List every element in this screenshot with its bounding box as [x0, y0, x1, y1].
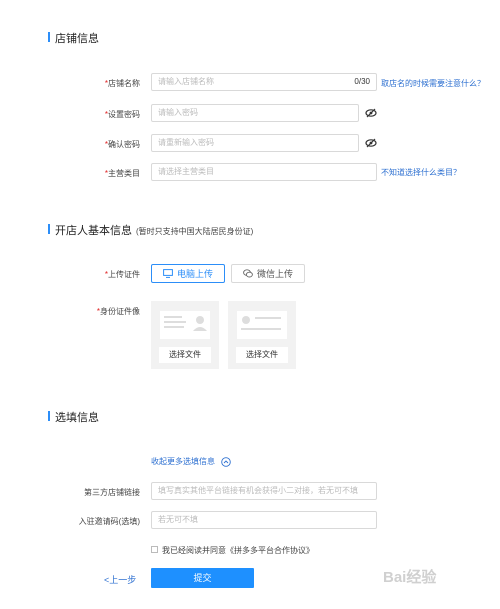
- shop-name-help-link[interactable]: 取店名的时候需要注意什么？: [381, 78, 485, 89]
- id-card-back-icon: [237, 311, 287, 339]
- category-help-link[interactable]: 不知道选择什么类目？: [381, 167, 461, 178]
- invite-code-input[interactable]: 若无可不填: [151, 511, 377, 529]
- wechat-icon: [243, 269, 253, 278]
- id-back-upload-card: 选择文件: [228, 301, 296, 369]
- agreement-text: 我已经阅读并同意《拼多多平台合作协议》: [162, 546, 314, 555]
- collapse-optional-link[interactable]: 收起更多选填信息: [151, 456, 231, 467]
- category-select[interactable]: 请选择主营类目: [151, 163, 377, 181]
- third-party-link-input[interactable]: 填写真实其他平台链接有机会获得小二对接，若无可不填: [151, 482, 377, 500]
- pc-upload-button[interactable]: 电脑上传: [151, 264, 225, 283]
- shop-name-input[interactable]: 请输入店铺名称 0/30: [151, 73, 377, 91]
- set-password-label: *设置密码: [104, 110, 140, 119]
- invite-code-label: 入驻邀请码(选填): [78, 517, 140, 526]
- set-password-input[interactable]: 请输入密码: [151, 104, 359, 122]
- section-title-owner: 开店人基本信息 (暂时只支持中国大陆居民身份证): [55, 225, 254, 237]
- agreement-link[interactable]: 《拼多多平台合作协议》: [226, 546, 314, 555]
- eye-slash-icon[interactable]: [365, 108, 377, 118]
- category-label: *主营类目: [104, 169, 140, 178]
- section-title-shop: 店铺信息: [55, 33, 99, 45]
- watermark: Bai经验: [383, 569, 437, 586]
- section-note: (暂时只支持中国大陆居民身份证): [136, 227, 254, 236]
- section-marker: [48, 224, 50, 234]
- submit-button[interactable]: 提交: [151, 568, 254, 588]
- upload-id-label: *上传证件: [104, 270, 140, 279]
- eye-slash-icon[interactable]: [365, 138, 377, 148]
- id-front-upload-card: 选择文件: [151, 301, 219, 369]
- confirm-password-input[interactable]: 请重新输入密码: [151, 134, 359, 152]
- chevron-up-circle-icon: [221, 456, 231, 467]
- section-marker: [48, 32, 50, 42]
- section-marker: [48, 411, 50, 421]
- monitor-icon: [163, 269, 173, 278]
- choose-file-front-button[interactable]: 选择文件: [159, 347, 211, 363]
- shop-name-char-count: 0/30: [354, 77, 370, 86]
- prev-step-link[interactable]: <上一步: [104, 573, 136, 586]
- agreement-checkbox[interactable]: [151, 546, 158, 553]
- wechat-upload-button[interactable]: 微信上传: [231, 264, 305, 283]
- shop-name-label: *店铺名称: [104, 79, 140, 88]
- id-card-front-icon: [160, 311, 210, 339]
- confirm-password-label: *确认密码: [104, 140, 140, 149]
- choose-file-back-button[interactable]: 选择文件: [236, 347, 288, 363]
- id-image-label: *身份证件像: [96, 307, 140, 316]
- third-party-link-label: 第三方店铺链接: [84, 488, 140, 497]
- section-title-optional: 选填信息: [55, 412, 99, 424]
